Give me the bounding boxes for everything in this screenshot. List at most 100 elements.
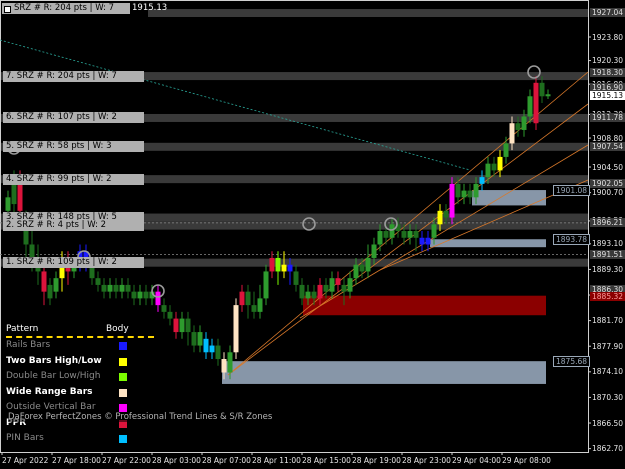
candle-body <box>467 190 473 198</box>
candle-body <box>263 271 269 299</box>
title-price: 1915.13 <box>132 3 168 13</box>
candle-body <box>485 163 491 178</box>
x-tick-label: 28 Apr 19:00 <box>352 456 401 465</box>
candle-body <box>371 244 377 258</box>
legend-label: Rails Bars <box>6 340 51 350</box>
candle-body <box>47 284 53 299</box>
candle-body <box>41 271 47 292</box>
y-tick-label: 1900.70 <box>592 188 624 198</box>
title-zone-label[interactable]: SRZ # R: 204 pts | W: 7 <box>2 3 130 14</box>
y-tick-label: 1870.30 <box>592 392 624 402</box>
candle-body <box>239 291 245 306</box>
y-tick-label: 1877.90 <box>592 341 624 351</box>
y-tick-label: 1889.30 <box>592 264 624 274</box>
legend-header-body: Body <box>106 324 129 334</box>
candle-body <box>161 305 167 312</box>
zone-label-2[interactable]: 2. SRZ # R: 4 pts | W: 2 <box>3 220 144 232</box>
candle-body <box>167 311 173 319</box>
candle-body <box>533 82 539 124</box>
candle-body <box>323 284 329 292</box>
y-tick-label: 1866.50 <box>592 418 624 428</box>
candle-body <box>203 338 209 353</box>
candle-body <box>515 123 521 130</box>
candle-body <box>191 332 197 346</box>
candle-body <box>419 237 425 245</box>
x-tick-label: 29 Apr 08:00 <box>502 456 551 465</box>
candle-body <box>353 264 359 279</box>
candle-body <box>449 183 455 218</box>
candle-body <box>317 284 323 299</box>
candle-body <box>455 183 461 198</box>
candle-body <box>443 210 449 218</box>
candle-body <box>119 284 125 292</box>
x-tick-label: 27 Apr 18:00 <box>52 456 101 465</box>
current-price-label: 1915.13 <box>590 90 625 100</box>
candle-body <box>227 352 233 373</box>
candle-body <box>155 291 161 306</box>
zone-label-4[interactable]: 4. SRZ # R: 99 pts | W: 2 <box>3 173 144 185</box>
candle-body <box>257 298 263 312</box>
candle-body <box>305 291 311 299</box>
candle-body <box>365 257 371 272</box>
candle-body <box>281 264 287 272</box>
x-tick-label: 28 Apr 23:00 <box>402 456 451 465</box>
y-level-label: 1918.30 <box>590 67 625 77</box>
candle-body <box>503 143 509 157</box>
legend-swatch <box>119 435 127 443</box>
y-level-label: 1911.78 <box>590 113 625 123</box>
legend-label: Outside Vertical Bar <box>6 402 96 412</box>
candle-body <box>173 318 179 333</box>
zone-label-7[interactable]: 7. SRZ # R: 204 pts | W: 7 <box>3 70 144 82</box>
candle-body <box>215 345 221 360</box>
candle-body <box>293 271 299 285</box>
candle-body <box>347 278 353 292</box>
zone-label-5[interactable]: 5. SRZ # R: 58 pts | W: 3 <box>3 141 144 153</box>
candle-body <box>101 284 107 292</box>
indicator-footer: DaForex PerfectZones © Professional Tren… <box>8 412 273 422</box>
level-zone <box>222 361 546 384</box>
candle-body <box>545 94 551 97</box>
candle-body <box>179 318 185 333</box>
y-tick-label: 1893.10 <box>592 239 624 249</box>
y-tick-label: 1881.70 <box>592 316 624 326</box>
candle-body <box>491 163 497 171</box>
chart-window[interactable]: SRZ # R: 204 pts | W: 7 1915.13 7. SRZ # … <box>0 0 625 469</box>
candle-body <box>107 284 113 292</box>
candle-body <box>287 264 293 272</box>
candle-body <box>425 237 431 245</box>
candle-body <box>197 332 203 346</box>
x-tick-label: 28 Apr 07:00 <box>202 456 251 465</box>
candle-body <box>389 224 395 238</box>
candle-body <box>383 231 389 238</box>
candle-body <box>431 224 437 238</box>
legend-swatch <box>119 373 127 381</box>
legend-swatch <box>119 388 127 397</box>
y-level-label: 1896.21 <box>590 218 625 228</box>
candle-body <box>137 291 143 299</box>
legend-label: Wide Range Bars <box>6 386 93 397</box>
zone-label-6[interactable]: 6. SRZ # R: 107 pts | W: 2 <box>3 112 144 124</box>
support-zone <box>303 295 546 316</box>
y-level-label: 1927.04 <box>590 7 625 17</box>
candle-body <box>335 278 341 285</box>
sr-zone-band <box>148 9 588 17</box>
y-tick-label: 1862.70 <box>592 444 624 454</box>
x-tick-label: 28 Apr 15:00 <box>302 456 351 465</box>
y-tick-label: 1904.50 <box>592 162 624 172</box>
x-tick-label: 28 Apr 03:00 <box>152 456 201 465</box>
legend-swatch <box>119 404 127 412</box>
y-tick-label: 1874.10 <box>592 367 624 377</box>
candle-body <box>407 231 413 238</box>
candle-body <box>527 96 533 117</box>
candle-body <box>125 284 131 292</box>
legend-label: Double Bar Low/High <box>6 371 101 381</box>
candle-body <box>185 318 191 333</box>
chart-title-bar: SRZ # R: 204 pts | W: 7 1915.13 <box>2 3 167 14</box>
x-tick-label: 27 Apr 22:00 <box>102 456 151 465</box>
candle-body <box>461 190 467 198</box>
zone-label-1[interactable]: 1. SRZ # R: 109 pts | W: 2 <box>3 257 144 269</box>
candle-body <box>359 264 365 272</box>
candle-body <box>299 284 305 299</box>
y-level-label: 1902.05 <box>590 179 625 189</box>
legend-label: Two Bars High/Low <box>6 355 102 366</box>
